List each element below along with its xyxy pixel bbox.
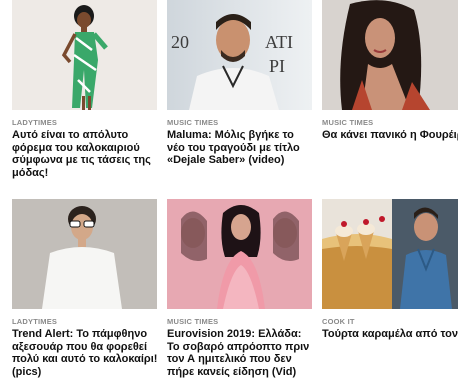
article-category[interactable]: LADYTIMES bbox=[12, 118, 57, 127]
article-title[interactable]: Trend Alert: Το πάμφθηνο αξεσουάρ που θα… bbox=[12, 328, 158, 378]
article-image-5[interactable] bbox=[167, 199, 312, 309]
svg-text:ATI: ATI bbox=[265, 32, 293, 52]
svg-text:20: 20 bbox=[171, 32, 189, 52]
article-category[interactable]: MUSIC TIMES bbox=[167, 317, 218, 326]
article-category[interactable]: COOK IT bbox=[322, 317, 355, 326]
article-image-3[interactable] bbox=[322, 0, 458, 110]
article-title[interactable]: Θα κάνει πανικό η Φουρέιρα! Αυτά είναι τ… bbox=[322, 129, 458, 142]
article-category[interactable]: MUSIC TIMES bbox=[167, 118, 218, 127]
article-grid: LADYTIMES Αυτό είναι το απόλυτο φόρεμα τ… bbox=[0, 0, 458, 378]
article-image-4[interactable] bbox=[12, 199, 157, 309]
article-image-2[interactable]: 20 ATI PI bbox=[167, 0, 312, 110]
article-title[interactable]: Τούρτα καραμέλα από τον Άκη Πετρετζίκη! … bbox=[322, 328, 458, 341]
article-title[interactable]: Αυτό είναι το απόλυτο φόρεμα του καλοκαι… bbox=[12, 129, 158, 179]
article-title[interactable]: Eurovision 2019: Ελλάδα: Το σοβαρό απρόο… bbox=[167, 328, 313, 378]
article-image-1[interactable] bbox=[12, 0, 157, 110]
article-category[interactable]: LADYTIMES bbox=[12, 317, 57, 326]
article-title[interactable]: Maluma: Μόλις βγήκε το νέο του τραγούδι … bbox=[167, 129, 313, 167]
svg-text:PI: PI bbox=[269, 56, 285, 76]
article-image-6[interactable] bbox=[322, 199, 458, 309]
article-category[interactable]: MUSIC TIMES bbox=[322, 118, 373, 127]
